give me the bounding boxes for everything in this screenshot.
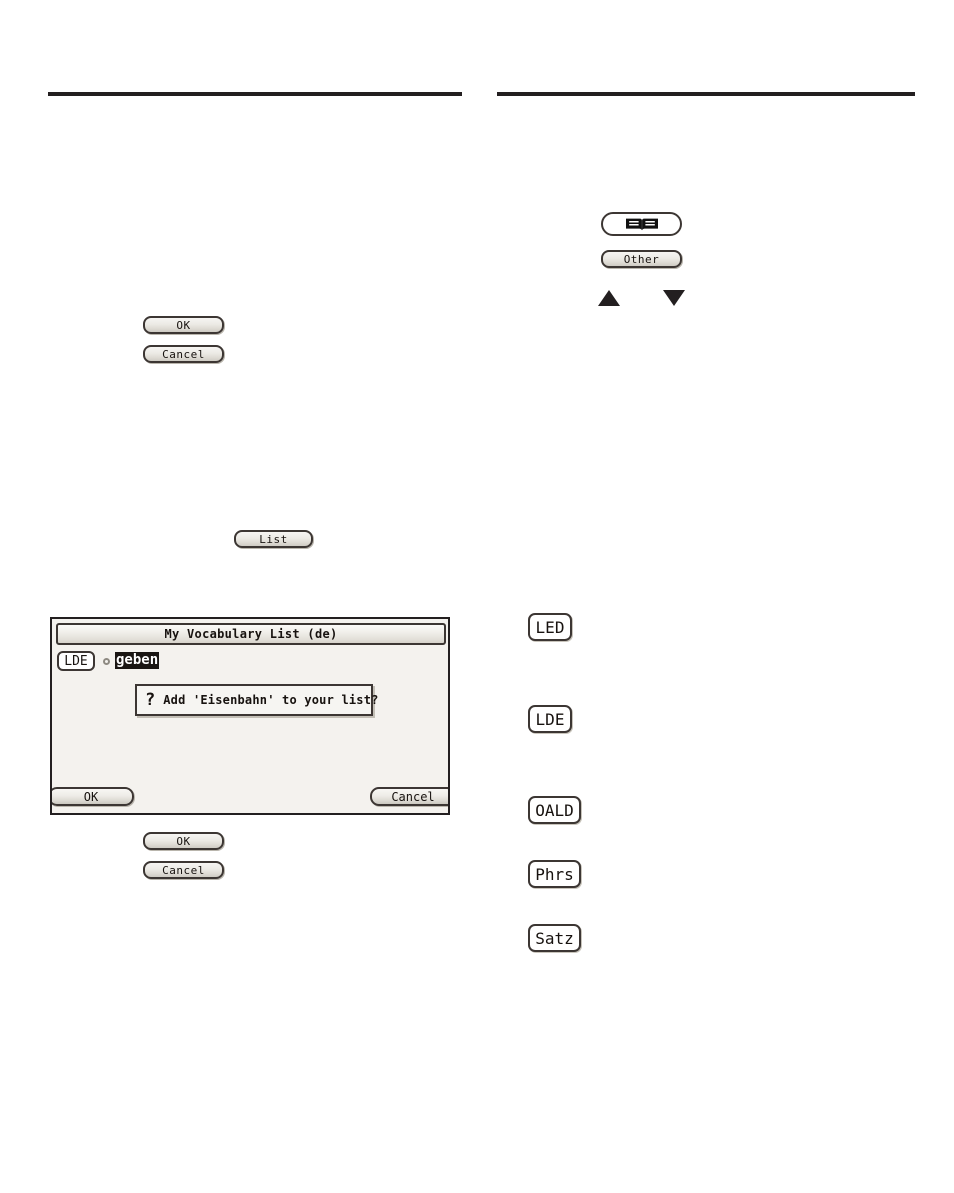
ok-button-top[interactable]: OK [143, 316, 224, 334]
open-book-icon [625, 217, 659, 232]
other-key-button[interactable]: Other [601, 250, 682, 268]
lde-key-icon[interactable]: LDE [528, 705, 572, 733]
confirmation-message-box: ? Add 'Eisenbahn' to your list? [135, 684, 378, 716]
oald-key-icon[interactable]: OALD [528, 796, 581, 824]
entry-dictionary-badge: LDE [57, 651, 95, 671]
dialog-title: My Vocabulary List (de) [164, 627, 338, 641]
right-column-header-rule [497, 92, 915, 96]
satz-key-icon[interactable]: Satz [528, 924, 581, 952]
cancel-button-top[interactable]: Cancel [143, 345, 224, 363]
left-column-header-rule [48, 92, 462, 96]
vocabulary-list-dialog: My Vocabulary List (de) LDE geben ? Add … [50, 617, 450, 815]
dialog-cancel-button[interactable]: Cancel [370, 787, 448, 806]
ok-button-bottom[interactable]: OK [143, 832, 224, 850]
dialog-titlebar: My Vocabulary List (de) [56, 623, 446, 645]
question-mark-icon: ? [145, 689, 156, 710]
dialog-ok-button[interactable]: OK [52, 787, 134, 806]
confirmation-message-text: Add 'Eisenbahn' to your list? [163, 693, 379, 707]
led-key-icon[interactable]: LED [528, 613, 572, 641]
list-button[interactable]: List [234, 530, 313, 548]
scroll-up-arrow-icon[interactable] [598, 290, 620, 306]
entry-bullet-icon [103, 658, 110, 665]
cancel-button-bottom[interactable]: Cancel [143, 861, 224, 879]
book-key-button[interactable] [601, 212, 682, 236]
entry-word-selected[interactable]: geben [115, 652, 160, 669]
scroll-down-arrow-icon[interactable] [663, 290, 685, 306]
phrs-key-icon[interactable]: Phrs [528, 860, 581, 888]
